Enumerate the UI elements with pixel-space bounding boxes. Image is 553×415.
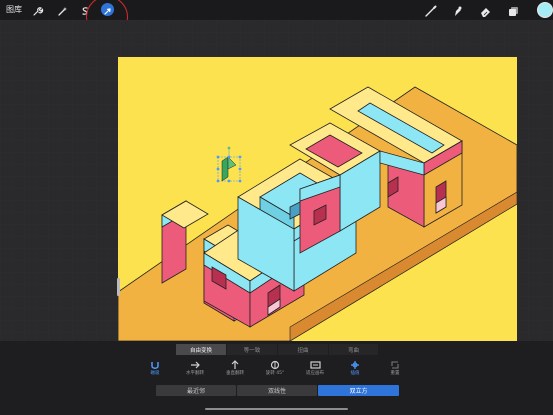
color-picker-swatch[interactable] — [537, 2, 553, 18]
interpolation-icon — [351, 361, 359, 369]
magnet-icon — [151, 362, 159, 369]
reset-icon — [391, 361, 399, 369]
rotate-icon — [270, 360, 280, 370]
fit-canvas-label: 适应画布 — [306, 371, 324, 376]
flip-vertical-button[interactable]: 垂直翻转 — [220, 359, 250, 381]
flip-horizontal-label: 水平翻转 — [186, 371, 204, 376]
transform-mode-tabs: 自由变换 等一致 扭曲 弯曲 — [176, 344, 378, 355]
flip-vertical-icon — [231, 360, 239, 369]
eraser-icon[interactable] — [479, 3, 492, 17]
tab-freeform[interactable]: 自由变换 — [176, 344, 226, 355]
tab-uniform[interactable]: 等一致 — [227, 344, 277, 355]
selected-object — [216, 146, 242, 183]
rotate-label: 旋转 45° — [265, 371, 285, 376]
home-indicator[interactable] — [205, 408, 348, 410]
magnet-label: 磁吸 — [150, 371, 160, 376]
tab-distort[interactable]: 扭曲 — [278, 344, 328, 355]
interpolation-button[interactable]: 插值 — [340, 359, 370, 381]
tab-warp[interactable]: 弯曲 — [329, 344, 378, 355]
interpolation-segments: 最近邻 双线性 双立方 — [156, 385, 399, 396]
fit-canvas-button[interactable]: 适应画布 — [300, 359, 330, 381]
rotate-button[interactable]: 旋转 45° — [260, 359, 290, 381]
magnet-button[interactable]: 磁吸 — [140, 359, 170, 381]
option-nearest[interactable]: 最近邻 — [156, 385, 236, 396]
reset-button[interactable]: 重置 — [380, 359, 410, 381]
brush-size-slider-handle[interactable] — [117, 278, 120, 296]
brush-icon[interactable] — [424, 3, 437, 17]
layers-icon[interactable] — [507, 3, 520, 16]
flip-vertical-label: 垂直翻转 — [226, 371, 244, 376]
option-bicubic[interactable]: 双立方 — [318, 385, 399, 396]
smudge-icon[interactable] — [451, 3, 464, 16]
magic-wand-icon[interactable] — [56, 3, 69, 16]
flip-horizontal-icon — [191, 361, 200, 369]
drawing-canvas[interactable] — [118, 57, 517, 341]
option-bilinear[interactable]: 双线性 — [237, 385, 317, 396]
reset-label: 重置 — [390, 371, 400, 376]
transform-actions: 磁吸 水平翻转 垂直翻转 旋转 45° 适应画布 插值 重置 — [140, 359, 410, 381]
fit-canvas-icon — [309, 361, 321, 369]
gallery-button[interactable]: 图库 — [6, 4, 22, 15]
flip-horizontal-button[interactable]: 水平翻转 — [180, 359, 210, 381]
wrench-icon[interactable] — [31, 3, 44, 16]
interpolation-label: 插值 — [350, 371, 360, 376]
